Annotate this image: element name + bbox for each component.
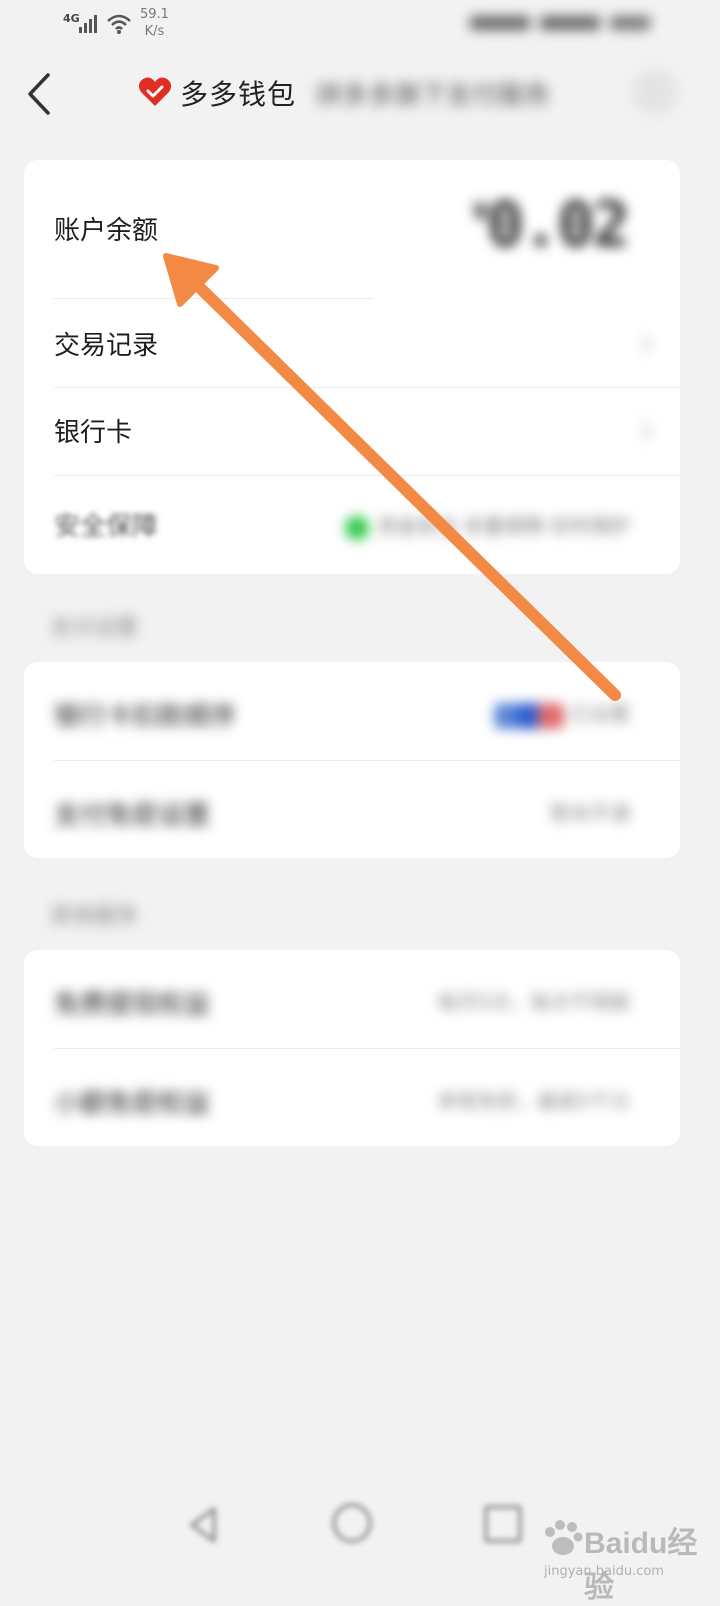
balance-row[interactable]: 账户余额 ¥0.02	[24, 160, 680, 298]
other-section-title: 其他服务	[50, 904, 139, 929]
back-arrow-icon[interactable]	[22, 71, 56, 117]
watermark-url: jingyan.baidu.com	[544, 1564, 664, 1579]
page-subtitle: 拼多多旗下支付服务	[316, 81, 551, 111]
paw-icon	[545, 1520, 583, 1555]
bank-card-row[interactable]: 银行卡	[24, 388, 680, 476]
status-icons-blurred	[470, 16, 650, 30]
balance-value: 0.02	[486, 188, 630, 261]
payment-row-value-wrap: 已设置	[494, 698, 630, 729]
network-speed: 59.1 K/s	[140, 6, 169, 40]
shield-check-icon	[345, 515, 370, 540]
nav-home-icon[interactable]	[332, 1503, 372, 1543]
wallet-card: 账户余额 ¥0.02 交易记录 银行卡 安全保障 资金安全·多重保障·实时保护	[24, 160, 680, 574]
payment-row-value: 暂未开通	[550, 801, 630, 825]
balance-amount: ¥0.02	[473, 188, 630, 261]
transactions-label: 交易记录	[54, 331, 159, 361]
service-row-value: 单笔免密，最高5千元	[437, 1089, 630, 1113]
speed-value: 59.1	[140, 7, 169, 22]
wifi-icon	[107, 14, 131, 34]
watermark-brand: Baidu经验	[584, 1527, 698, 1604]
transactions-row[interactable]: 交易记录	[24, 299, 680, 387]
payment-row-1[interactable]: 银行卡扣款顺序 已设置	[24, 662, 680, 760]
chevron-right-icon	[641, 334, 652, 354]
payment-row-label: 支付免密设置	[54, 801, 211, 831]
security-row[interactable]: 安全保障 资金安全·多重保障·实时保护	[24, 476, 680, 574]
speed-unit: K/s	[144, 24, 165, 39]
balance-currency: ¥	[473, 198, 489, 228]
status-bar: 4G 59.1 K/s	[0, 0, 720, 50]
payment-row-value: 已设置	[570, 702, 630, 726]
chevron-right-icon	[641, 421, 652, 441]
security-status-text: 资金安全·多重保障·实时保护	[377, 514, 630, 538]
service-row-label: 小额免密权益	[54, 1089, 211, 1119]
nav-back-icon[interactable]	[184, 1505, 224, 1545]
payment-section-title: 支付设置	[50, 616, 139, 641]
other-services-card: 免费提现权益 每月5次，每次不限额 小额免密权益 单笔免密，最高5千元	[24, 950, 680, 1146]
payment-row-label: 银行卡扣款顺序	[54, 702, 237, 732]
nav-recents-icon[interactable]	[484, 1505, 522, 1543]
service-row-1[interactable]: 免费提现权益 每月5次，每次不限额	[24, 950, 680, 1048]
page-title: 多多钱包	[180, 78, 297, 111]
service-row-value: 每月5次，每次不限额	[437, 990, 630, 1014]
payment-row-2[interactable]: 支付免密设置 暂未开通	[24, 761, 680, 858]
baidu-watermark: Baidu经验 jingyan.baidu.com	[540, 1518, 710, 1604]
bank-logos-icon	[494, 702, 564, 729]
more-options-button[interactable]	[632, 69, 678, 115]
bank-card-label: 银行卡	[54, 418, 133, 448]
payment-settings-card: 银行卡扣款顺序 已设置 支付免密设置 暂未开通	[24, 662, 680, 858]
service-row-2[interactable]: 小额免密权益 单笔免密，最高5千元	[24, 1049, 680, 1146]
security-status: 资金安全·多重保障·实时保护	[345, 510, 630, 540]
signal-icon	[79, 15, 97, 33]
wallet-heart-icon	[138, 77, 172, 106]
app-header: 多多钱包 拼多多旗下支付服务	[0, 55, 720, 135]
balance-label: 账户余额	[54, 216, 159, 246]
security-label: 安全保障	[54, 512, 159, 542]
service-row-label: 免费提现权益	[54, 990, 211, 1020]
